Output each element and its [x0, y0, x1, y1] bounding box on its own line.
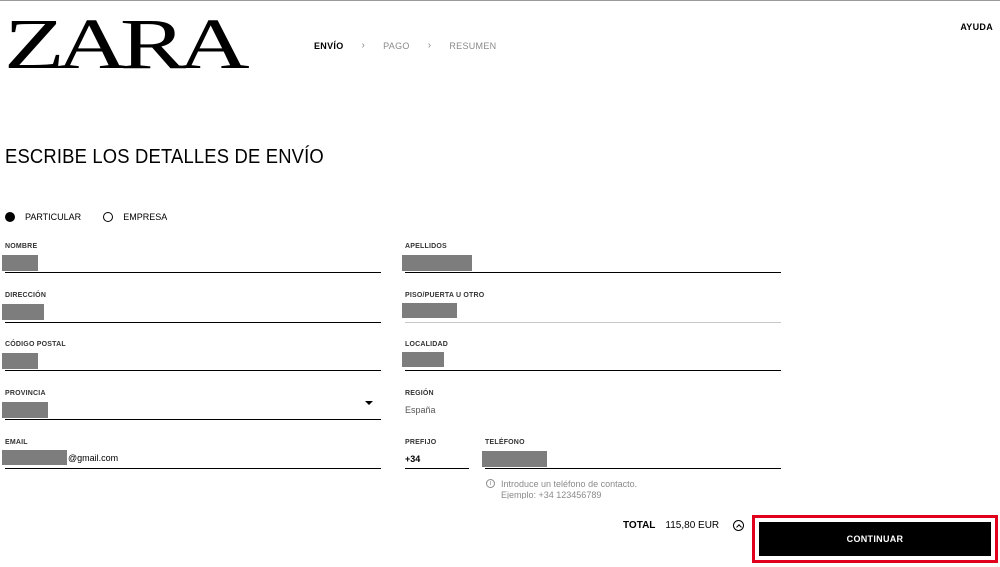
telefono-hint: i Introduce un teléfono de contacto. Eje…	[486, 479, 686, 499]
field-underline	[5, 272, 381, 273]
localidad-field[interactable]: LOCALIDAD	[402, 341, 781, 373]
field-underline	[405, 370, 781, 371]
nombre-field[interactable]: NOMBRE	[2, 243, 381, 275]
customer-type-radio-group: PARTICULAR EMPRESA	[5, 212, 189, 222]
redacted-value	[2, 402, 48, 418]
checkout-steps: ENVÍO › PAGO › RESUMEN	[314, 40, 496, 51]
piso-label: PISO/PUERTA U OTRO	[405, 292, 485, 299]
codigo-postal-field[interactable]: CÓDIGO POSTAL	[2, 341, 381, 373]
piso-field[interactable]: PISO/PUERTA U OTRO	[402, 292, 781, 324]
continue-button[interactable]: CONTINUAR	[759, 522, 991, 556]
total-label: TOTAL	[623, 520, 656, 531]
field-underline	[405, 272, 781, 273]
field-underline	[5, 468, 381, 469]
region-value: España	[405, 405, 436, 415]
page-title: ESCRIBE LOS DETALLES DE ENVÍO	[5, 146, 324, 168]
provincia-label: PROVINCIA	[5, 390, 46, 397]
hint-line-1: Introduce un teléfono de contacto.	[501, 479, 638, 489]
radio-particular-label: PARTICULAR	[25, 212, 82, 222]
radio-empresa[interactable]: EMPRESA	[103, 212, 167, 222]
prefijo-value: +34	[405, 454, 421, 464]
info-icon: i	[486, 479, 495, 488]
apellidos-label: APELLIDOS	[405, 243, 447, 250]
email-label: EMAIL	[5, 439, 28, 446]
chevron-right-icon: ›	[427, 40, 432, 51]
step-envio: ENVÍO	[314, 40, 344, 51]
redacted-value	[482, 451, 547, 467]
step-pago: PAGO	[383, 40, 410, 51]
prefijo-field[interactable]: PREFIJO +34	[405, 439, 469, 471]
field-underline	[405, 468, 469, 469]
step-resumen: RESUMEN	[449, 40, 497, 51]
hint-line-2: Ejemplo: +34 123456789	[501, 490, 602, 499]
nombre-label: NOMBRE	[5, 243, 38, 250]
caret-down-icon	[365, 401, 373, 405]
redacted-value	[2, 304, 44, 320]
field-underline	[5, 322, 381, 323]
top-border	[0, 0, 1000, 1]
direccion-label: DIRECCIÓN	[5, 292, 47, 299]
field-underline	[485, 468, 781, 469]
redacted-value	[2, 353, 38, 369]
email-field[interactable]: EMAIL @gmail.com	[2, 439, 381, 471]
telefono-label: TELÉFONO	[485, 439, 525, 446]
field-underline	[405, 322, 781, 323]
total-amount: 115,80 EUR	[665, 520, 720, 531]
prefijo-label: PREFIJO	[405, 439, 437, 446]
region-label: REGIÓN	[405, 390, 434, 397]
help-link[interactable]: AYUDA	[960, 22, 993, 32]
continue-button-highlight: CONTINUAR	[752, 515, 998, 563]
radio-particular[interactable]: PARTICULAR	[5, 212, 81, 222]
redacted-value	[2, 255, 38, 271]
region-field: REGIÓN España	[405, 390, 781, 422]
codigo-postal-label: CÓDIGO POSTAL	[5, 341, 66, 348]
radio-unchecked-icon	[103, 212, 114, 222]
radio-checked-icon	[5, 212, 15, 222]
redacted-value	[402, 255, 472, 271]
provincia-select[interactable]: PROVINCIA	[2, 390, 381, 422]
radio-empresa-label: EMPRESA	[123, 212, 168, 222]
field-underline	[5, 419, 381, 420]
localidad-label: LOCALIDAD	[405, 341, 449, 348]
apellidos-field[interactable]: APELLIDOS	[402, 243, 781, 275]
direccion-field[interactable]: DIRECCIÓN	[2, 292, 381, 324]
redacted-value	[402, 352, 444, 367]
logo-text: ZARA	[4, 4, 250, 84]
chevron-right-icon: ›	[361, 40, 366, 51]
redacted-value	[402, 303, 457, 318]
order-total: TOTAL 115,80 EUR	[623, 520, 745, 531]
email-domain: @gmail.com	[68, 453, 119, 463]
zara-logo[interactable]: ZARA	[4, 8, 250, 80]
redacted-value	[2, 450, 67, 465]
field-underline	[5, 370, 381, 371]
telefono-field[interactable]: TELÉFONO	[482, 439, 781, 471]
chevron-up-circle-icon[interactable]	[733, 520, 745, 531]
